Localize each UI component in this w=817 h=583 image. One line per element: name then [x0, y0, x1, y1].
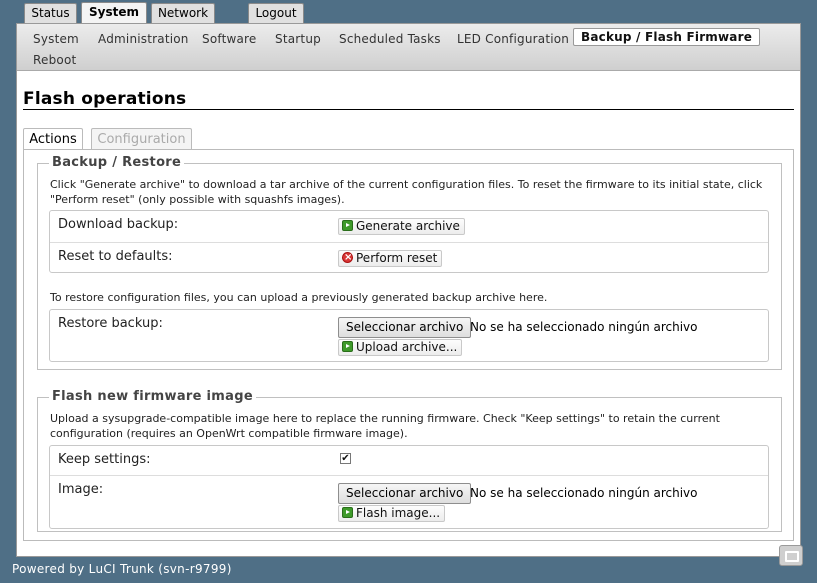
title-divider: [23, 109, 794, 110]
restore-description: To restore configuration files, you can …: [50, 291, 548, 304]
reset-defaults-label: Reset to defaults:: [58, 249, 173, 264]
footer-credit: Powered by LuCI Trunk (svn-r9799): [12, 562, 232, 576]
image-label: Image:: [58, 482, 104, 497]
tab-configuration[interactable]: Configuration: [91, 128, 192, 150]
tab-network[interactable]: Network: [151, 3, 215, 23]
submenu-bar: System Administration Software Startup S…: [17, 24, 800, 71]
reset-defaults-row: Reset to defaults: Perform reset: [50, 242, 768, 273]
restore-choose-file-button[interactable]: Seleccionar archivo: [338, 317, 472, 338]
backup-rows: Download backup: Generate archive Reset …: [49, 210, 769, 273]
run-icon: [342, 507, 353, 518]
flash-firmware-section: Flash new firmware image Upload a sysupg…: [37, 389, 782, 532]
flash-rows: Keep settings: ✔ Image: Seleccionar arch…: [49, 445, 769, 529]
submenu-item-backup-flash-firmware[interactable]: Backup / Flash Firmware: [573, 28, 761, 46]
flash-description: Upload a sysupgrade-compatible image her…: [50, 412, 720, 440]
submenu-item-software[interactable]: Software: [202, 32, 257, 46]
window-corner-icon[interactable]: [779, 545, 803, 566]
tab-system[interactable]: System: [81, 2, 147, 23]
submenu-item-system[interactable]: System: [33, 32, 79, 46]
restore-backup-label: Restore backup:: [58, 316, 163, 331]
top-tab-bar: Status System Network Logout: [0, 0, 817, 24]
flash-image-label: Flash image...: [356, 506, 441, 520]
checkmark-icon: ✔: [341, 453, 350, 464]
backup-description: Click "Generate archive" to download a t…: [50, 178, 763, 206]
tab-logout[interactable]: Logout: [248, 3, 304, 23]
submenu-item-reboot[interactable]: Reboot: [33, 53, 76, 67]
restore-file-status: No se ha seleccionado ningún archivo: [470, 320, 698, 334]
page-title: Flash operations: [23, 89, 187, 109]
backup-restore-legend: Backup / Restore: [49, 155, 185, 170]
submenu-item-led-configuration[interactable]: LED Configuration: [457, 32, 569, 46]
keep-settings-row: Keep settings: ✔: [50, 446, 768, 475]
generate-archive-label: Generate archive: [356, 219, 460, 233]
submenu-item-administration[interactable]: Administration: [98, 32, 189, 46]
image-choose-file-button[interactable]: Seleccionar archivo: [338, 483, 472, 504]
download-backup-label: Download backup:: [58, 217, 179, 232]
flash-image-button[interactable]: Flash image...: [338, 505, 446, 522]
tab-status[interactable]: Status: [24, 3, 77, 23]
image-row: Image: Seleccionar archivo No se ha sele…: [50, 475, 768, 529]
actions-panel: Backup / Restore Click "Generate archive…: [23, 149, 794, 541]
tab-actions[interactable]: Actions: [23, 128, 83, 150]
download-backup-row: Download backup: Generate archive: [50, 211, 768, 242]
perform-reset-label: Perform reset: [356, 251, 438, 265]
upload-archive-button[interactable]: Upload archive...: [338, 339, 463, 356]
upload-archive-label: Upload archive...: [356, 340, 458, 354]
image-file-status: No se ha seleccionado ningún archivo: [470, 486, 698, 500]
submenu-item-scheduled-tasks[interactable]: Scheduled Tasks: [339, 32, 441, 46]
keep-settings-checkbox[interactable]: ✔: [340, 453, 351, 464]
restore-rows: Restore backup: Seleccionar archivo No s…: [49, 309, 769, 362]
submenu-item-startup[interactable]: Startup: [275, 32, 321, 46]
perform-reset-button[interactable]: Perform reset: [338, 250, 443, 267]
flash-firmware-legend: Flash new firmware image: [49, 389, 256, 404]
run-icon: [342, 341, 353, 352]
main-window: System Administration Software Startup S…: [16, 23, 801, 557]
generate-archive-button[interactable]: Generate archive: [338, 218, 465, 235]
run-icon: [342, 220, 353, 231]
backup-restore-section: Backup / Restore Click "Generate archive…: [37, 155, 782, 370]
keep-settings-label: Keep settings:: [58, 452, 151, 467]
reset-icon: [342, 250, 353, 265]
